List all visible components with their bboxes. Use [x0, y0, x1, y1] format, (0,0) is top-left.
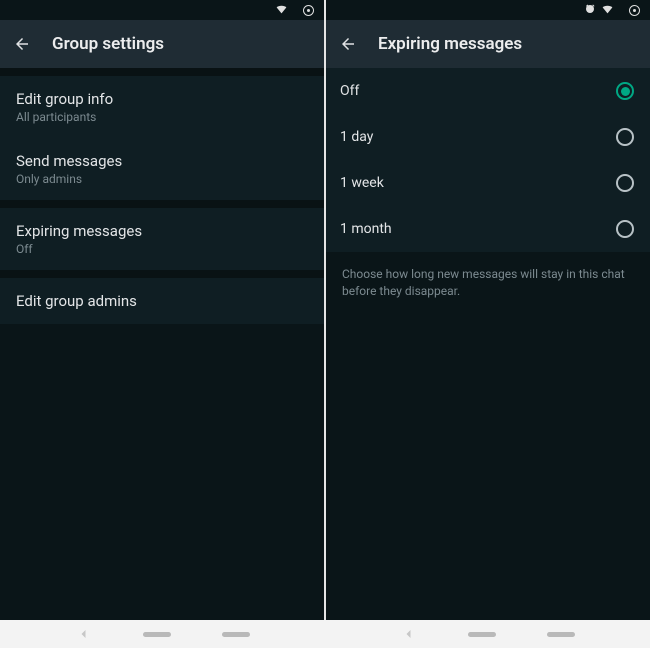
expiring-messages-screen: Expiring messages Off 1 day 1 week 1 mon…	[326, 0, 650, 620]
radio-icon	[616, 220, 634, 238]
status-bar	[0, 0, 324, 20]
back-button[interactable]	[12, 34, 32, 54]
app-bar: Group settings	[0, 20, 324, 68]
setting-edit-group-admins[interactable]: Edit group admins	[0, 278, 324, 324]
options-list: Off 1 day 1 week 1 month Choose how long…	[326, 68, 650, 620]
setting-label: Edit group info	[16, 90, 308, 108]
page-title: Expiring messages	[378, 34, 522, 54]
nav-home-button[interactable]	[468, 632, 496, 637]
option-label: 1 week	[340, 175, 384, 191]
setting-label: Edit group admins	[16, 292, 308, 310]
nav-home-button[interactable]	[143, 632, 171, 637]
setting-value: Off	[16, 242, 308, 256]
help-text: Choose how long new messages will stay i…	[326, 252, 650, 314]
setting-edit-group-info[interactable]: Edit group info All participants	[0, 76, 324, 138]
nav-recents-button[interactable]	[547, 632, 575, 637]
setting-label: Send messages	[16, 152, 308, 170]
battery-icon	[629, 5, 640, 16]
group-settings-screen: Group settings Edit group info All parti…	[0, 0, 324, 620]
option-1-month[interactable]: 1 month	[326, 206, 650, 252]
option-1-day[interactable]: 1 day	[326, 114, 650, 160]
setting-send-messages[interactable]: Send messages Only admins	[0, 138, 324, 200]
setting-label: Expiring messages	[16, 222, 308, 240]
setting-value: All participants	[16, 110, 308, 124]
nav-back-button[interactable]	[76, 626, 92, 642]
nav-back-button[interactable]	[401, 626, 417, 642]
option-label: 1 day	[340, 129, 373, 145]
wifi-icon	[275, 2, 288, 18]
app-bar: Expiring messages	[326, 20, 650, 68]
setting-expiring-messages[interactable]: Expiring messages Off	[0, 208, 324, 270]
setting-value: Only admins	[16, 172, 308, 186]
radio-icon	[616, 174, 634, 192]
settings-list: Edit group info All participants Send me…	[0, 68, 324, 620]
nav-recents-button[interactable]	[222, 632, 250, 637]
option-off[interactable]: Off	[326, 68, 650, 114]
option-label: Off	[340, 83, 359, 99]
back-button[interactable]	[338, 34, 358, 54]
system-nav-bars	[0, 620, 650, 648]
wifi-icon	[601, 2, 614, 18]
page-title: Group settings	[52, 34, 164, 54]
radio-icon	[616, 82, 634, 100]
alarm-icon	[584, 3, 596, 18]
radio-icon	[616, 128, 634, 146]
option-label: 1 month	[340, 221, 392, 237]
option-1-week[interactable]: 1 week	[326, 160, 650, 206]
status-bar	[326, 0, 650, 20]
battery-icon	[303, 5, 314, 16]
